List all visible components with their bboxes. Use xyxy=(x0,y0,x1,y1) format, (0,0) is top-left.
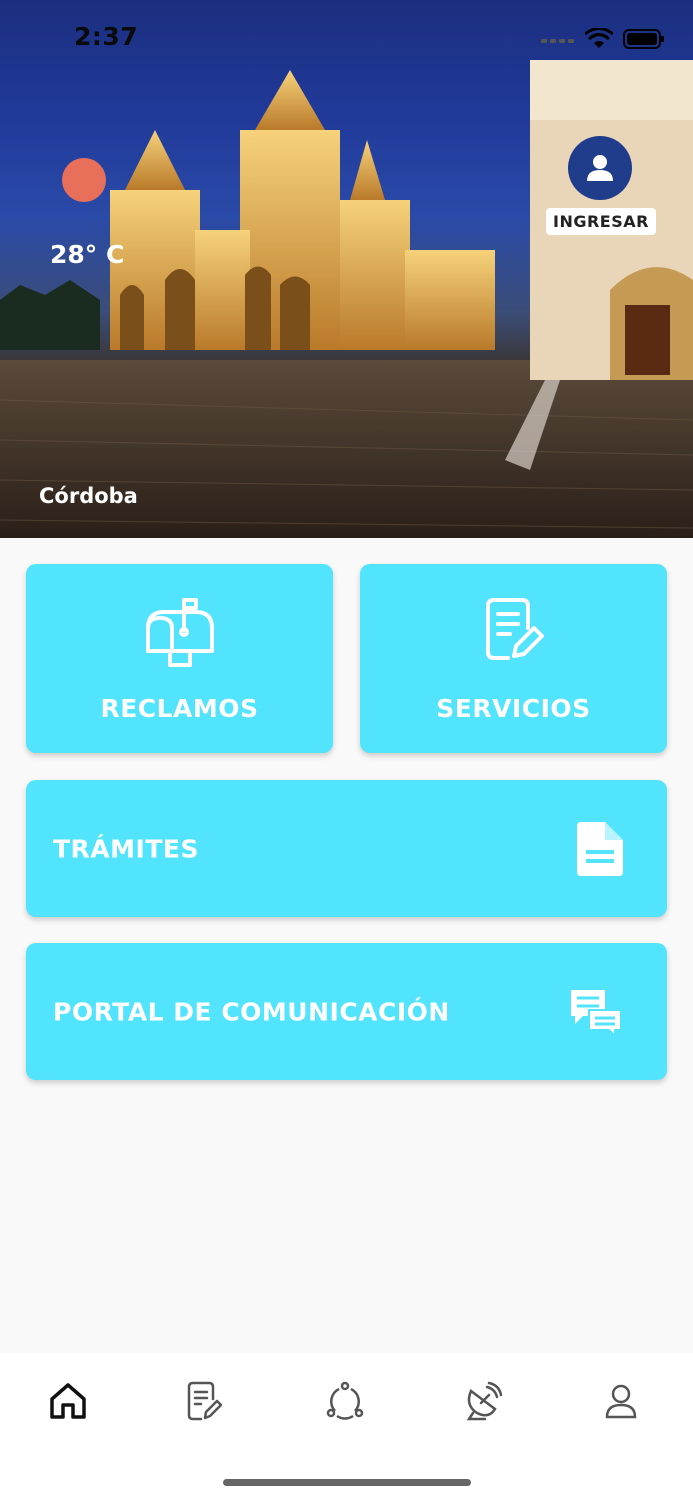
temperature: 28° C xyxy=(50,240,125,269)
chat-icon xyxy=(571,989,622,1036)
avatar[interactable] xyxy=(568,136,632,200)
satellite-dish-icon xyxy=(466,1381,503,1421)
document-edit-icon xyxy=(485,598,544,660)
city-name: Córdoba xyxy=(39,484,138,508)
home-indicator xyxy=(223,1479,471,1486)
document-edit-icon xyxy=(187,1381,223,1421)
cellular-signal-icon xyxy=(541,39,574,43)
tab-antena[interactable] xyxy=(453,1377,513,1425)
reclamos-label: RECLAMOS xyxy=(100,694,259,723)
wifi-icon xyxy=(585,28,613,48)
user-icon xyxy=(587,155,613,181)
reclamos-tile[interactable]: RECLAMOS xyxy=(26,564,333,753)
tab-bar xyxy=(0,1353,693,1500)
community-icon xyxy=(326,1381,364,1420)
tab-servicios[interactable] xyxy=(175,1377,235,1425)
tab-perfil[interactable] xyxy=(591,1377,651,1425)
sun-icon xyxy=(62,158,106,202)
tramites-label: TRÁMITES xyxy=(53,834,199,863)
portal-tile[interactable]: PORTAL DE COMUNICACIÓN xyxy=(26,943,667,1080)
mailbox-icon xyxy=(145,598,214,667)
servicios-tile[interactable]: SERVICIOS xyxy=(360,564,667,753)
login-button[interactable]: INGRESAR xyxy=(546,136,656,235)
tab-comunidad[interactable] xyxy=(315,1377,375,1425)
hero-banner: 2:37 28° C Córdoba INGRESAR xyxy=(0,0,693,538)
tramites-tile[interactable]: TRÁMITES xyxy=(26,780,667,917)
battery-icon xyxy=(623,29,664,49)
home-icon xyxy=(50,1383,86,1419)
login-label[interactable]: INGRESAR xyxy=(546,208,656,235)
user-icon xyxy=(605,1384,637,1419)
status-time: 2:37 xyxy=(74,22,139,51)
portal-label: PORTAL DE COMUNICACIÓN xyxy=(53,997,450,1026)
tab-home[interactable] xyxy=(38,1377,98,1425)
document-icon xyxy=(577,821,623,876)
cathedral-photo xyxy=(0,60,693,538)
servicios-label: SERVICIOS xyxy=(436,694,591,723)
status-icons xyxy=(541,28,665,50)
